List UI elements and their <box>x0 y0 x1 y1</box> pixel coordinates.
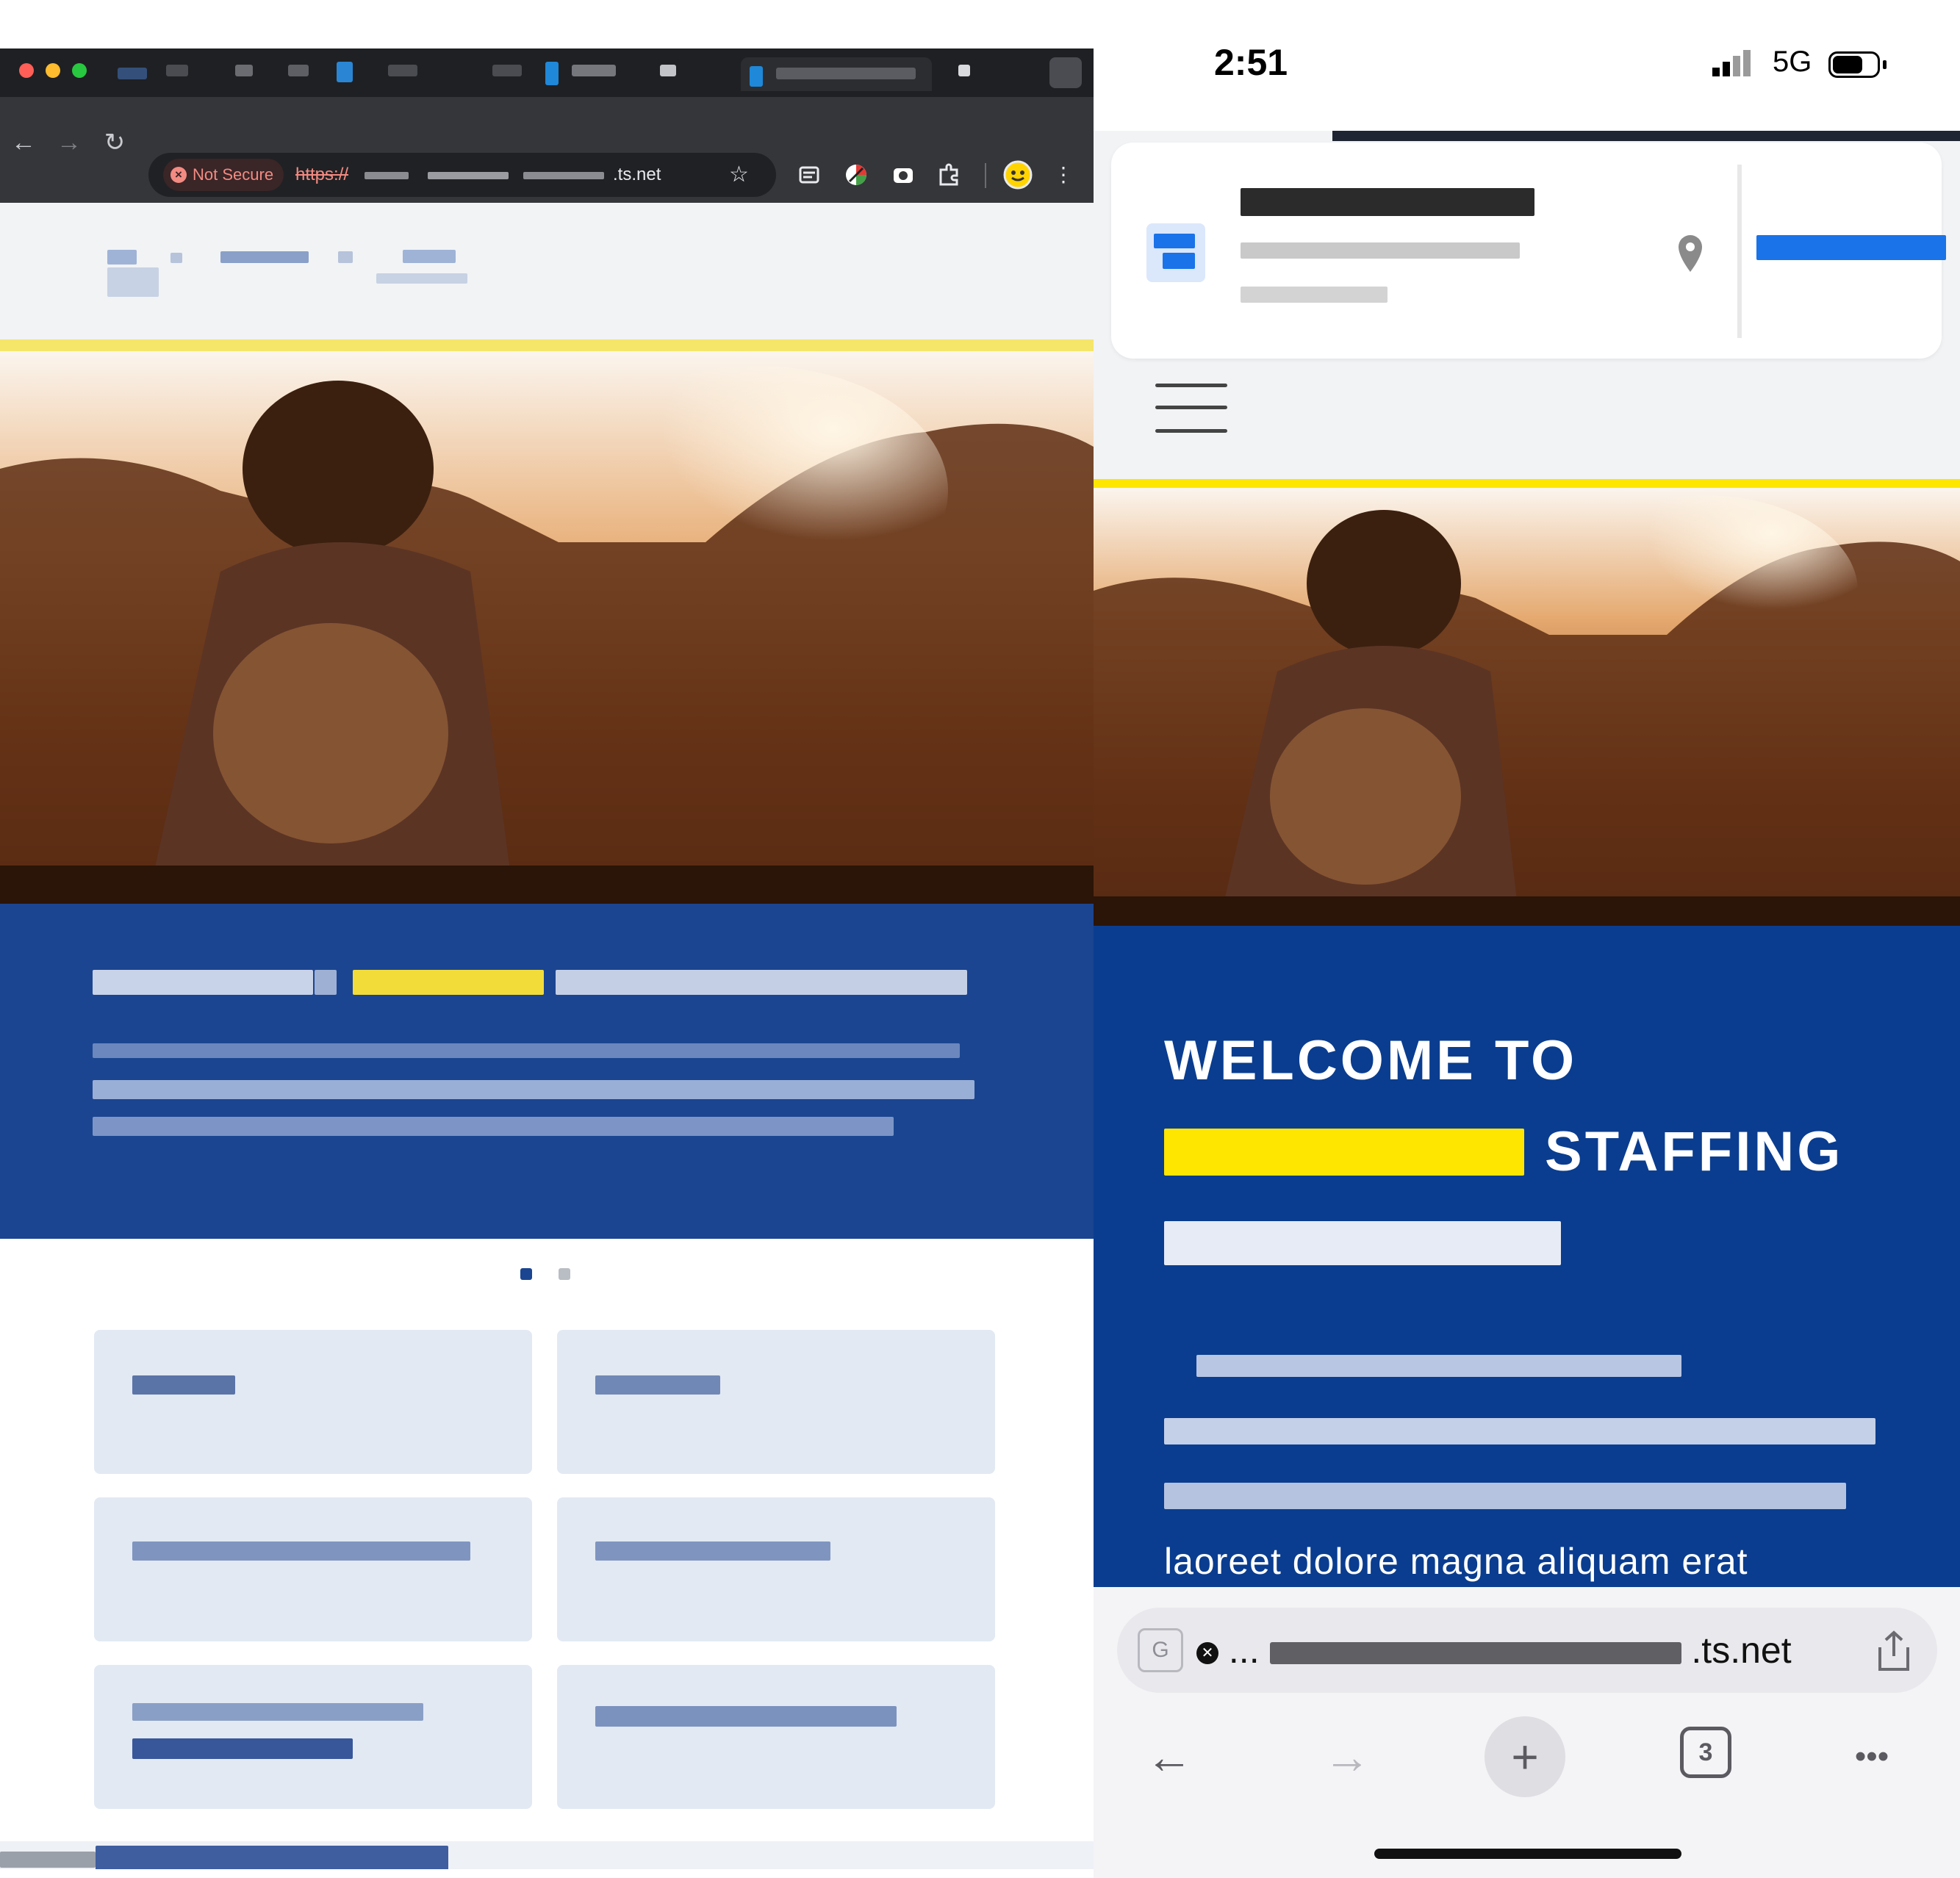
site-name-blurred <box>220 251 309 263</box>
new-tab-button[interactable] <box>958 65 970 76</box>
forward-button[interactable]: → <box>51 120 87 165</box>
service-card[interactable] <box>557 1330 995 1474</box>
browser-tab[interactable] <box>572 65 616 76</box>
hamburger-icon[interactable] <box>1155 381 1227 435</box>
carousel-dot-active[interactable] <box>520 1268 532 1280</box>
tabs-count-button[interactable]: 3 <box>1680 1727 1731 1778</box>
services-grid <box>0 1239 1094 1849</box>
welcome-section <box>0 904 1094 1239</box>
welcome-heading-line2: STAFFING <box>1545 1120 1844 1183</box>
share-icon[interactable] <box>1874 1630 1914 1674</box>
site-header <box>0 203 1094 341</box>
hero-image <box>1094 488 1960 926</box>
new-tab-button[interactable]: + <box>1485 1716 1565 1797</box>
mobile-url[interactable]: ✕ ... .ts.net <box>1196 1608 1792 1693</box>
signal-icon <box>1712 48 1756 78</box>
home-indicator <box>1374 1849 1681 1859</box>
browser-tab[interactable] <box>545 62 559 85</box>
not-secure-badge[interactable]: × Not Secure <box>163 159 284 191</box>
site-logo-mark <box>107 267 159 297</box>
desktop-browser-window: ← → ↻ × Not Secure https:// .ts.net ☆ ⋮ <box>0 48 1094 1869</box>
service-card[interactable] <box>94 1665 532 1809</box>
url-scheme: https:// <box>295 165 349 184</box>
camera-extension-icon[interactable] <box>886 158 920 192</box>
back-button[interactable]: ← <box>6 120 41 165</box>
header-info-card <box>1111 143 1946 359</box>
browser-tab[interactable] <box>288 65 309 76</box>
forward-button[interactable]: → <box>1307 1716 1388 1797</box>
status-time: 2:51 <box>1214 42 1288 83</box>
top-dark-bar <box>1332 131 1960 141</box>
url-suffix: .ts.net <box>1691 1630 1792 1671</box>
battery-tip <box>1883 60 1887 69</box>
location-pin-icon[interactable] <box>1676 234 1705 278</box>
browser-tab[interactable] <box>660 65 676 76</box>
header-accent-line <box>1094 479 1960 488</box>
mobile-browser: 2:51 5G WELCOME TO STAFFING laoreet dolo… <box>1094 0 1960 1878</box>
welcome-heading-blurred <box>93 970 313 995</box>
brand-logo-icon[interactable] <box>1146 223 1205 282</box>
puzzle-extension-icon[interactable] <box>932 158 966 192</box>
toolbar-divider <box>985 163 986 188</box>
mobile-address-bar[interactable]: G ✕ ... .ts.net <box>1117 1608 1937 1693</box>
site-logo[interactable] <box>107 250 137 265</box>
carousel-dot[interactable] <box>559 1268 570 1280</box>
not-secure-label: Not Secure <box>193 165 274 184</box>
header-link-blurred[interactable] <box>1756 235 1946 260</box>
close-window-button[interactable] <box>19 63 34 78</box>
tab-search-button[interactable] <box>1049 57 1082 88</box>
welcome-paragraph-line <box>1196 1355 1681 1377</box>
header-accent-line <box>0 339 1094 351</box>
active-tab[interactable] <box>741 57 932 91</box>
url-host: .ts.net <box>613 165 661 184</box>
browser-tab[interactable] <box>337 62 353 82</box>
company-address-blurred <box>1241 287 1388 303</box>
back-button[interactable]: ← <box>1129 1716 1210 1797</box>
network-type: 5G <box>1773 46 1812 78</box>
service-card[interactable] <box>557 1665 995 1809</box>
header-contact-blurred[interactable] <box>403 250 456 263</box>
service-card[interactable] <box>94 1497 532 1641</box>
bookmark-star-icon[interactable]: ☆ <box>729 153 749 197</box>
maximize-window-button[interactable] <box>72 63 87 78</box>
hero-image <box>0 351 1094 904</box>
welcome-heading-line3-blurred <box>1164 1221 1561 1265</box>
reload-button[interactable]: ↻ <box>97 120 132 165</box>
color-extension-icon[interactable] <box>839 158 873 192</box>
close-icon[interactable]: ✕ <box>1196 1641 1218 1664</box>
welcome-paragraph-line <box>93 1080 974 1099</box>
welcome-section: WELCOME TO STAFFING laoreet dolore magna… <box>1094 926 1960 1587</box>
translate-icon[interactable]: G <box>1138 1628 1183 1672</box>
welcome-paragraph-line <box>1164 1483 1846 1509</box>
browser-tab-strip <box>0 48 1094 97</box>
browser-menu-icon[interactable]: ⋮ <box>1047 158 1080 192</box>
welcome-paragraph-line <box>93 1117 894 1136</box>
extension-list-icon[interactable] <box>792 158 826 192</box>
browser-tab[interactable] <box>118 68 147 79</box>
next-section-peek <box>0 1841 1094 1869</box>
minimize-window-button[interactable] <box>46 63 60 78</box>
address-bar[interactable]: × Not Secure https:// .ts.net ☆ <box>148 153 776 197</box>
warning-icon: × <box>170 167 187 183</box>
browser-tab[interactable] <box>166 65 188 76</box>
welcome-heading-highlight <box>353 970 544 995</box>
company-name-blurred <box>1241 188 1534 216</box>
url-prefix: ... <box>1228 1630 1260 1671</box>
welcome-paragraph-line <box>1164 1418 1875 1445</box>
url-blurred <box>1269 1641 1681 1664</box>
browser-tab[interactable] <box>388 65 417 76</box>
welcome-heading-line1: WELCOME TO <box>1164 1029 1578 1092</box>
welcome-heading-highlight <box>1164 1129 1524 1176</box>
welcome-paragraph-last: laoreet dolore magna aliquam erat <box>1164 1541 1748 1582</box>
welcome-paragraph-line <box>93 1043 960 1058</box>
more-menu-icon[interactable]: ••• <box>1831 1716 1912 1797</box>
smiley-avatar-icon[interactable] <box>1001 158 1035 192</box>
company-address-blurred <box>1241 242 1520 259</box>
browser-tab[interactable] <box>492 65 522 76</box>
battery-icon <box>1828 51 1880 78</box>
browser-tab[interactable] <box>235 65 253 76</box>
service-card[interactable] <box>557 1497 995 1641</box>
card-divider <box>1737 165 1742 338</box>
service-card[interactable] <box>94 1330 532 1474</box>
